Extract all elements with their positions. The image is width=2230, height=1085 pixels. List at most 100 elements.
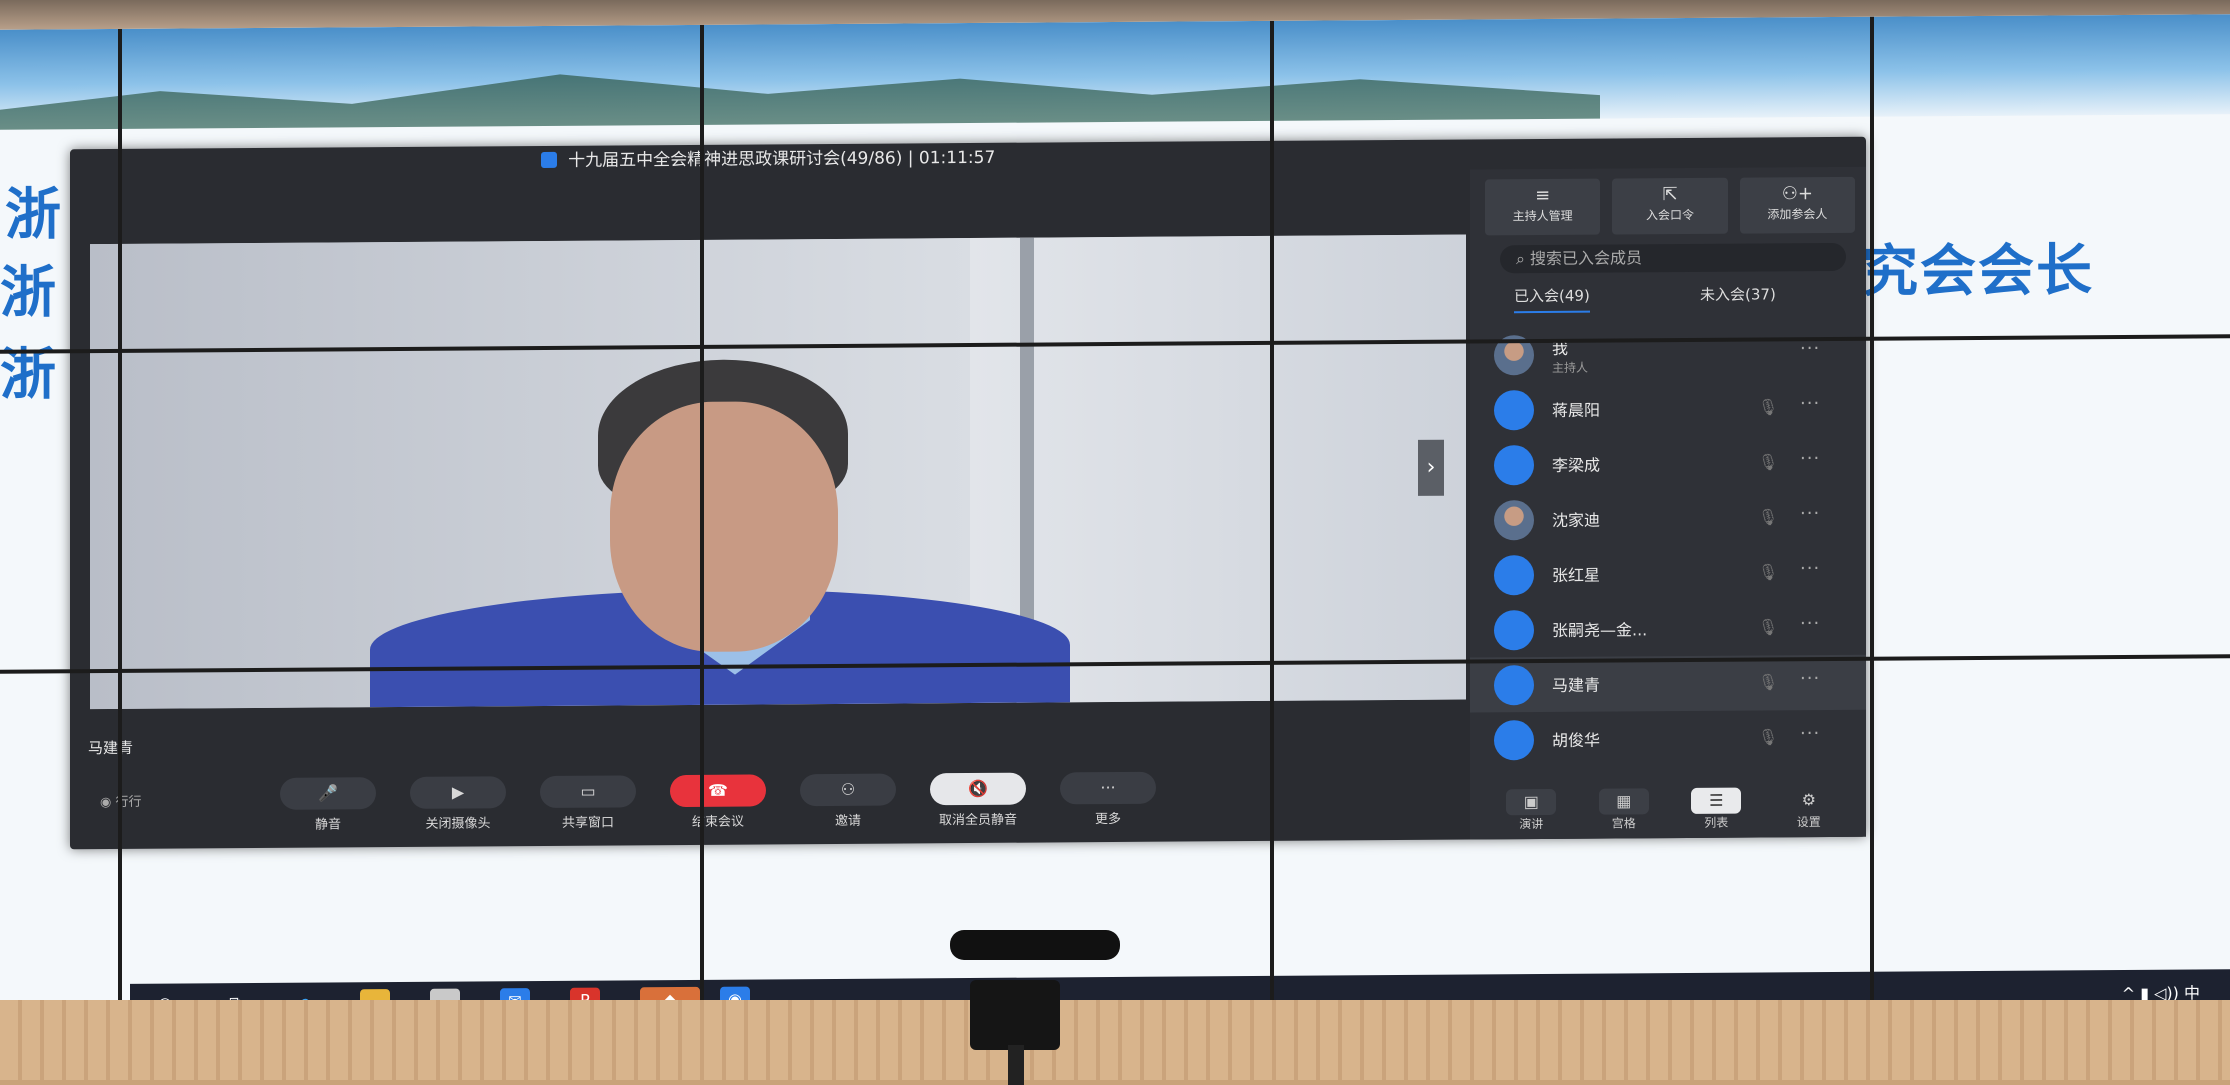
bezel-seam	[700, 24, 704, 1015]
avatar	[1494, 665, 1534, 706]
invite-button[interactable]: ⚇ 邀请	[800, 773, 896, 830]
mic-muted-icon[interactable]: 🎙	[1758, 562, 1778, 581]
list-item[interactable]: 李梁成 🎙 ···	[1470, 435, 1866, 493]
more-options-icon[interactable]: ···	[1800, 723, 1820, 744]
slide-line-3: 浙	[0, 342, 58, 408]
avatar	[1494, 500, 1534, 541]
slide-line-1: 浙	[5, 182, 63, 248]
participant-name: 沈家迪	[1552, 510, 1601, 530]
slide-line-2: 浙	[0, 260, 58, 326]
mic-muted-icon[interactable]: 🎙	[1758, 507, 1778, 526]
meeting-timer: 01:11:57	[918, 147, 996, 169]
avatar	[1494, 445, 1534, 486]
meeting-toolbar: 🎤 静音 ▶ 关闭摄像头 ▭ 共享窗口 ☎ 结束会议 ⚇ 邀请 🔇 取消全员静音 ··· 更多	[70, 770, 1466, 850]
speaker-name-tag: 马建青	[88, 738, 134, 758]
camera-icon: ▶	[410, 776, 506, 809]
mic-muted-icon[interactable]: 🎙	[1758, 672, 1778, 691]
avatar	[1494, 720, 1534, 761]
avatar	[1494, 555, 1534, 596]
participant-search-input[interactable]: ⌕ 搜索已入会成员	[1500, 242, 1846, 274]
view-mode-buttons: ▣ 演讲 ▦ 宫格 ☰ 列表 ⚙ 设置	[1490, 787, 1850, 840]
bezel-seam	[1870, 16, 1874, 1007]
mic-muted-icon[interactable]: 🎙	[1758, 397, 1778, 416]
list-item[interactable]: 沈家迪 🎙 ···	[1470, 490, 1866, 548]
video-wall-screen: 浙 浙 浙 究会会长 十九届五中全会精神进思政课研讨会(49/86) | 01:…	[0, 14, 2230, 1020]
participant-name: 张嗣尧—金...	[1552, 620, 1648, 640]
add-participant-button[interactable]: ⚇+ 添加参会人	[1739, 176, 1855, 234]
camera-body	[970, 980, 1060, 1050]
slide-banner	[0, 14, 2230, 130]
participant-name: 张红星	[1552, 565, 1601, 585]
hang-up-icon: ☎	[670, 774, 766, 808]
more-options-icon[interactable]: ···	[1800, 338, 1820, 359]
view-grid-button[interactable]: ▦ 宫格	[1583, 788, 1666, 839]
more-options-icon[interactable]: ···	[1800, 393, 1820, 414]
list-item[interactable]: 蒋晨阳 🎙 ···	[1470, 380, 1866, 438]
camera-icon	[950, 930, 1120, 1085]
bezel-seam	[118, 28, 122, 1019]
more-label: 更多	[1094, 811, 1121, 828]
meeting-password-button[interactable]: ⇱ 入会口令	[1612, 177, 1728, 235]
view-list-button[interactable]: ☰ 列表	[1675, 787, 1758, 839]
share-window-button[interactable]: ▭ 共享窗口	[540, 775, 636, 831]
meeting-window: 十九届五中全会精神进思政课研讨会(49/86) | 01:11:57 › 马建青…	[70, 136, 1866, 850]
unmute-all-label: 取消全员静音	[938, 812, 1017, 829]
settings-button[interactable]: ⚙ 设置	[1768, 787, 1851, 838]
participant-name: 胡俊华	[1552, 730, 1601, 750]
collapse-panel-arrow-icon[interactable]: ›	[1418, 439, 1444, 496]
list-item[interactable]: 张嗣尧—金... 🎙 ···	[1470, 600, 1866, 658]
participant-role: 主持人	[1552, 360, 1589, 375]
avatar	[1494, 610, 1534, 651]
mic-muted-icon[interactable]: 🎙	[1758, 617, 1778, 636]
view-list-label: 列表	[1704, 815, 1729, 830]
speaker-figure	[370, 357, 1070, 708]
microphone-icon: 🎤	[280, 777, 376, 810]
more-options-icon[interactable]: ···	[1800, 503, 1820, 524]
panel-action-buttons: ≡ 主持人管理 ⇱ 入会口令 ⚇+ 添加参会人	[1485, 176, 1855, 236]
tab-not-joined[interactable]: 未入会(37)	[1700, 279, 1776, 310]
meeting-title: 十九届五中全会精神进思政课研讨会(49/86)	[568, 148, 903, 171]
list-view-icon: ☰	[1691, 787, 1742, 814]
host-management-button[interactable]: ≡ 主持人管理	[1485, 178, 1601, 236]
bezel-seam	[1270, 20, 1274, 1011]
camera-off-label: 关闭摄像头	[425, 816, 491, 832]
more-button[interactable]: ··· 更多	[1060, 771, 1156, 828]
unmute-all-icon: 🔇	[930, 772, 1026, 806]
more-options-icon[interactable]: ···	[1800, 668, 1820, 689]
list-item[interactable]: 我主持人 ···	[1470, 325, 1866, 383]
speaker-face	[610, 400, 838, 653]
grid-view-icon: ▦	[1598, 788, 1649, 815]
host-management-label: 主持人管理	[1512, 208, 1573, 224]
menu-icon: ≡	[1535, 184, 1551, 207]
more-options-icon[interactable]: ···	[1800, 613, 1820, 634]
end-meeting-button[interactable]: ☎ 结束会议	[670, 774, 766, 830]
speaker-video	[90, 234, 1466, 710]
mic-muted-icon[interactable]: 🎙	[1758, 452, 1778, 471]
participant-name: 马建青	[1552, 675, 1601, 695]
invite-label: 邀请	[834, 813, 861, 829]
avatar	[1494, 390, 1534, 431]
more-options-icon[interactable]: ···	[1800, 558, 1820, 579]
settings-label: 设置	[1796, 815, 1821, 830]
gear-icon: ⚙	[1801, 790, 1816, 810]
unmute-all-button[interactable]: 🔇 取消全员静音	[930, 772, 1026, 829]
tab-joined[interactable]: 已入会(49)	[1514, 280, 1590, 314]
participant-panel: ≡ 主持人管理 ⇱ 入会口令 ⚇+ 添加参会人 ⌕ 搜索已入会成员 已入会(49) 未…	[1470, 166, 1866, 840]
camera-lens	[950, 930, 1120, 960]
view-speaker-button[interactable]: ▣ 演讲	[1490, 788, 1573, 840]
list-item[interactable]: 马建青 🎙 ···	[1470, 654, 1866, 713]
mic-muted-icon[interactable]: 🎙	[1758, 727, 1778, 746]
mute-label: 静音	[314, 817, 341, 833]
list-item[interactable]: 张红星 🎙 ···	[1470, 545, 1866, 603]
share-icon: ▭	[540, 775, 636, 809]
list-item[interactable]: 胡俊华 🎙 ···	[1470, 710, 1866, 768]
mute-button[interactable]: 🎤 静音	[280, 777, 376, 833]
meeting-password-label: 入会口令	[1645, 207, 1694, 223]
share-window-label: 共享窗口	[561, 815, 614, 831]
tripod-leg	[1008, 1045, 1024, 1085]
more-options-icon[interactable]: ···	[1800, 448, 1820, 469]
add-user-icon: ⚇+	[1781, 183, 1813, 205]
slide-right-text: 究会会长	[1862, 238, 2094, 305]
participant-tabs: 已入会(49) 未入会(37)	[1470, 279, 1866, 320]
camera-off-button[interactable]: ▶ 关闭摄像头	[410, 776, 506, 832]
